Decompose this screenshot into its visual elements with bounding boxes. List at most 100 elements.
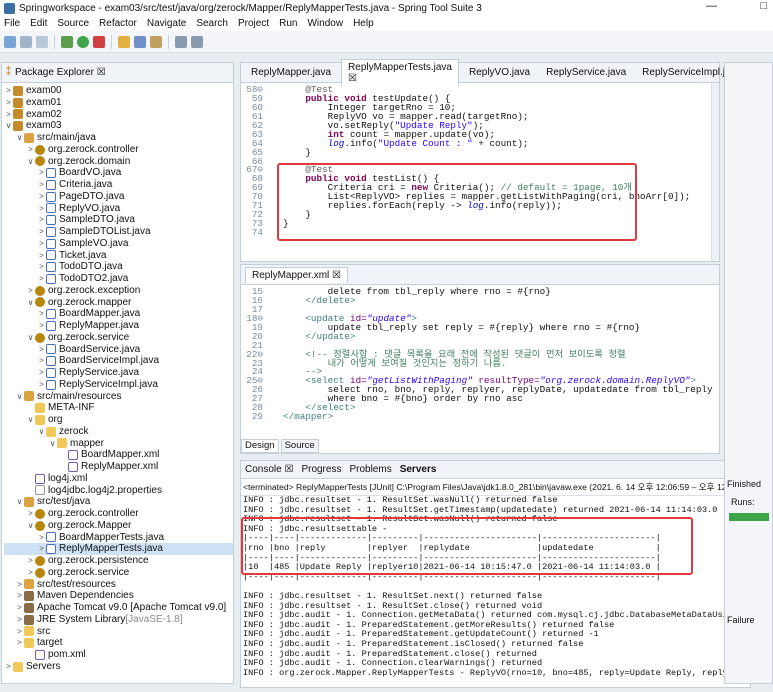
collapsed-arrow-icon[interactable]: > [4,109,13,121]
tree-item[interactable]: > src [4,626,233,638]
collapsed-arrow-icon[interactable]: > [15,637,24,649]
collapsed-arrow-icon[interactable]: > [4,85,13,97]
save-icon[interactable] [20,35,32,48]
forward-icon[interactable] [191,35,203,48]
stop-icon[interactable] [93,35,105,48]
collapsed-arrow-icon[interactable]: > [37,379,46,391]
source-tab[interactable]: Source [280,439,319,453]
collapsed-arrow-icon[interactable]: > [37,167,46,179]
menu-item-search[interactable]: Search [196,18,228,29]
collapsed-arrow-icon[interactable]: > [37,203,46,215]
collapsed-arrow-icon[interactable]: > [37,226,46,238]
tree-item[interactable]: pom.xml [4,649,233,661]
menu-item-run[interactable]: Run [279,18,297,29]
tree-item[interactable]: > Apache Tomcat v9.0 [Apache Tomcat v9.0] [4,602,233,614]
collapsed-arrow-icon[interactable]: > [26,555,35,567]
tree-item[interactable]: ∨ org.zerock.service [4,332,233,344]
expanded-arrow-icon[interactable]: ∨ [37,426,46,438]
tree-item[interactable]: > SampleDTO.java [4,214,233,226]
debug-icon[interactable] [61,35,73,48]
design-tab[interactable]: Design [241,439,279,453]
collapsed-arrow-icon[interactable]: > [15,614,24,626]
collapsed-arrow-icon[interactable]: > [37,191,46,203]
tree-item[interactable]: > JRE System Library [JavaSE-1.8] [4,614,233,626]
tree-item[interactable]: log4j.xml [4,473,233,485]
tree-item[interactable]: > ReplyMapperTests.java [4,543,233,555]
menu-item-source[interactable]: Source [57,18,89,29]
tree-item[interactable]: > ReplyMapper.java [4,320,233,332]
collapsed-arrow-icon[interactable]: > [37,320,46,332]
tree-item[interactable]: ∨ org [4,414,233,426]
tree-item[interactable]: > org.zerock.persistence [4,555,233,567]
collapsed-arrow-icon[interactable]: > [37,273,46,285]
menu-item-navigate[interactable]: Navigate [147,18,186,29]
collapsed-arrow-icon[interactable]: > [37,179,46,191]
menu-item-refactor[interactable]: Refactor [99,18,137,29]
tree-item[interactable]: > SampleDTOList.java [4,226,233,238]
package-explorer-tab[interactable]: ⁑ Package Explorer ☒ [2,63,233,83]
tree-item[interactable]: > TodoDTO.java [4,261,233,273]
tree-item[interactable]: > org.zerock.exception [4,285,233,297]
tree-item[interactable]: > PageDTO.java [4,191,233,203]
collapsed-arrow-icon[interactable]: > [37,344,46,356]
tree-item[interactable]: ∨ zerock [4,426,233,438]
tree-item[interactable]: > BoardService.java [4,344,233,356]
collapsed-arrow-icon[interactable]: > [15,590,24,602]
collapsed-arrow-icon[interactable]: > [4,97,13,109]
tree-item[interactable]: > exam00 [4,85,233,97]
console-tab[interactable]: Progress [301,464,341,475]
collapsed-arrow-icon[interactable]: > [37,367,46,379]
editor-tab[interactable]: ReplyMapperTests.java ☒ [341,59,459,86]
editor-tab[interactable]: ReplyMapper.java [245,65,337,80]
tree-item[interactable]: > BoardMapperTests.java [4,532,233,544]
collapsed-arrow-icon[interactable]: > [15,626,24,638]
console-tab[interactable]: Problems [349,464,391,475]
tree-item[interactable]: > org.zerock.controller [4,508,233,520]
print-icon[interactable] [36,35,48,48]
tree-item[interactable]: ∨ org.zerock.domain [4,156,233,168]
tree-item[interactable]: > src/test/resources [4,579,233,591]
search-icon[interactable] [134,35,146,48]
xml-code[interactable]: 15 delete from tbl_reply where rno = #{r… [241,285,719,422]
tree-item[interactable]: ∨ src/main/resources [4,391,233,403]
tree-item[interactable]: > Maven Dependencies [4,590,233,602]
expanded-arrow-icon[interactable]: ∨ [26,156,35,168]
expanded-arrow-icon[interactable]: ∨ [48,438,57,450]
tree-item[interactable]: > org.zerock.controller [4,144,233,156]
collapsed-arrow-icon[interactable]: > [15,579,24,591]
minimize-button[interactable]: — [706,0,717,12]
menu-item-help[interactable]: Help [353,18,374,29]
expanded-arrow-icon[interactable]: ∨ [26,414,35,426]
back-icon[interactable] [175,35,187,48]
collapsed-arrow-icon[interactable]: > [15,602,24,614]
expanded-arrow-icon[interactable]: ∨ [26,332,35,344]
collapsed-arrow-icon[interactable]: > [37,261,46,273]
collapsed-arrow-icon[interactable]: > [4,661,13,673]
tree-item[interactable]: ∨ src/main/java [4,132,233,144]
collapsed-arrow-icon[interactable]: > [37,543,46,555]
tree-item[interactable]: log4jdbc.log4j2.properties [4,485,233,497]
tree-item[interactable]: ∨ org.zerock.Mapper [4,520,233,532]
editor-tab[interactable]: ReplyVO.java [463,65,536,80]
tree-item[interactable]: > BoardMapper.java [4,308,233,320]
expanded-arrow-icon[interactable]: ∨ [26,520,35,532]
tree-item[interactable]: > Servers [4,661,233,673]
tree-item[interactable]: > BoardServiceImpl.java [4,355,233,367]
collapsed-arrow-icon[interactable]: > [37,250,46,262]
collapsed-arrow-icon[interactable]: > [37,214,46,226]
expanded-arrow-icon[interactable]: ∨ [26,297,35,309]
xml-editor-tab[interactable]: ReplyMapper.xml ☒ [241,265,719,285]
tree-item[interactable]: BoardMapper.xml [4,449,233,461]
tree-item[interactable]: ∨ src/test/java [4,496,233,508]
console-tab[interactable]: Servers [400,464,437,475]
tree-item[interactable]: > target [4,637,233,649]
tree-item[interactable]: > exam02 [4,109,233,121]
new-icon[interactable] [4,35,16,48]
menu-item-file[interactable]: File [4,18,20,29]
tree-item[interactable]: > Ticket.java [4,250,233,262]
console-tab[interactable]: Console ☒ [245,464,293,475]
tree-item[interactable]: > ReplyServiceImpl.java [4,379,233,391]
collapsed-arrow-icon[interactable]: > [26,508,35,520]
tree-item[interactable]: > Criteria.java [4,179,233,191]
annotation-icon[interactable] [150,35,162,48]
